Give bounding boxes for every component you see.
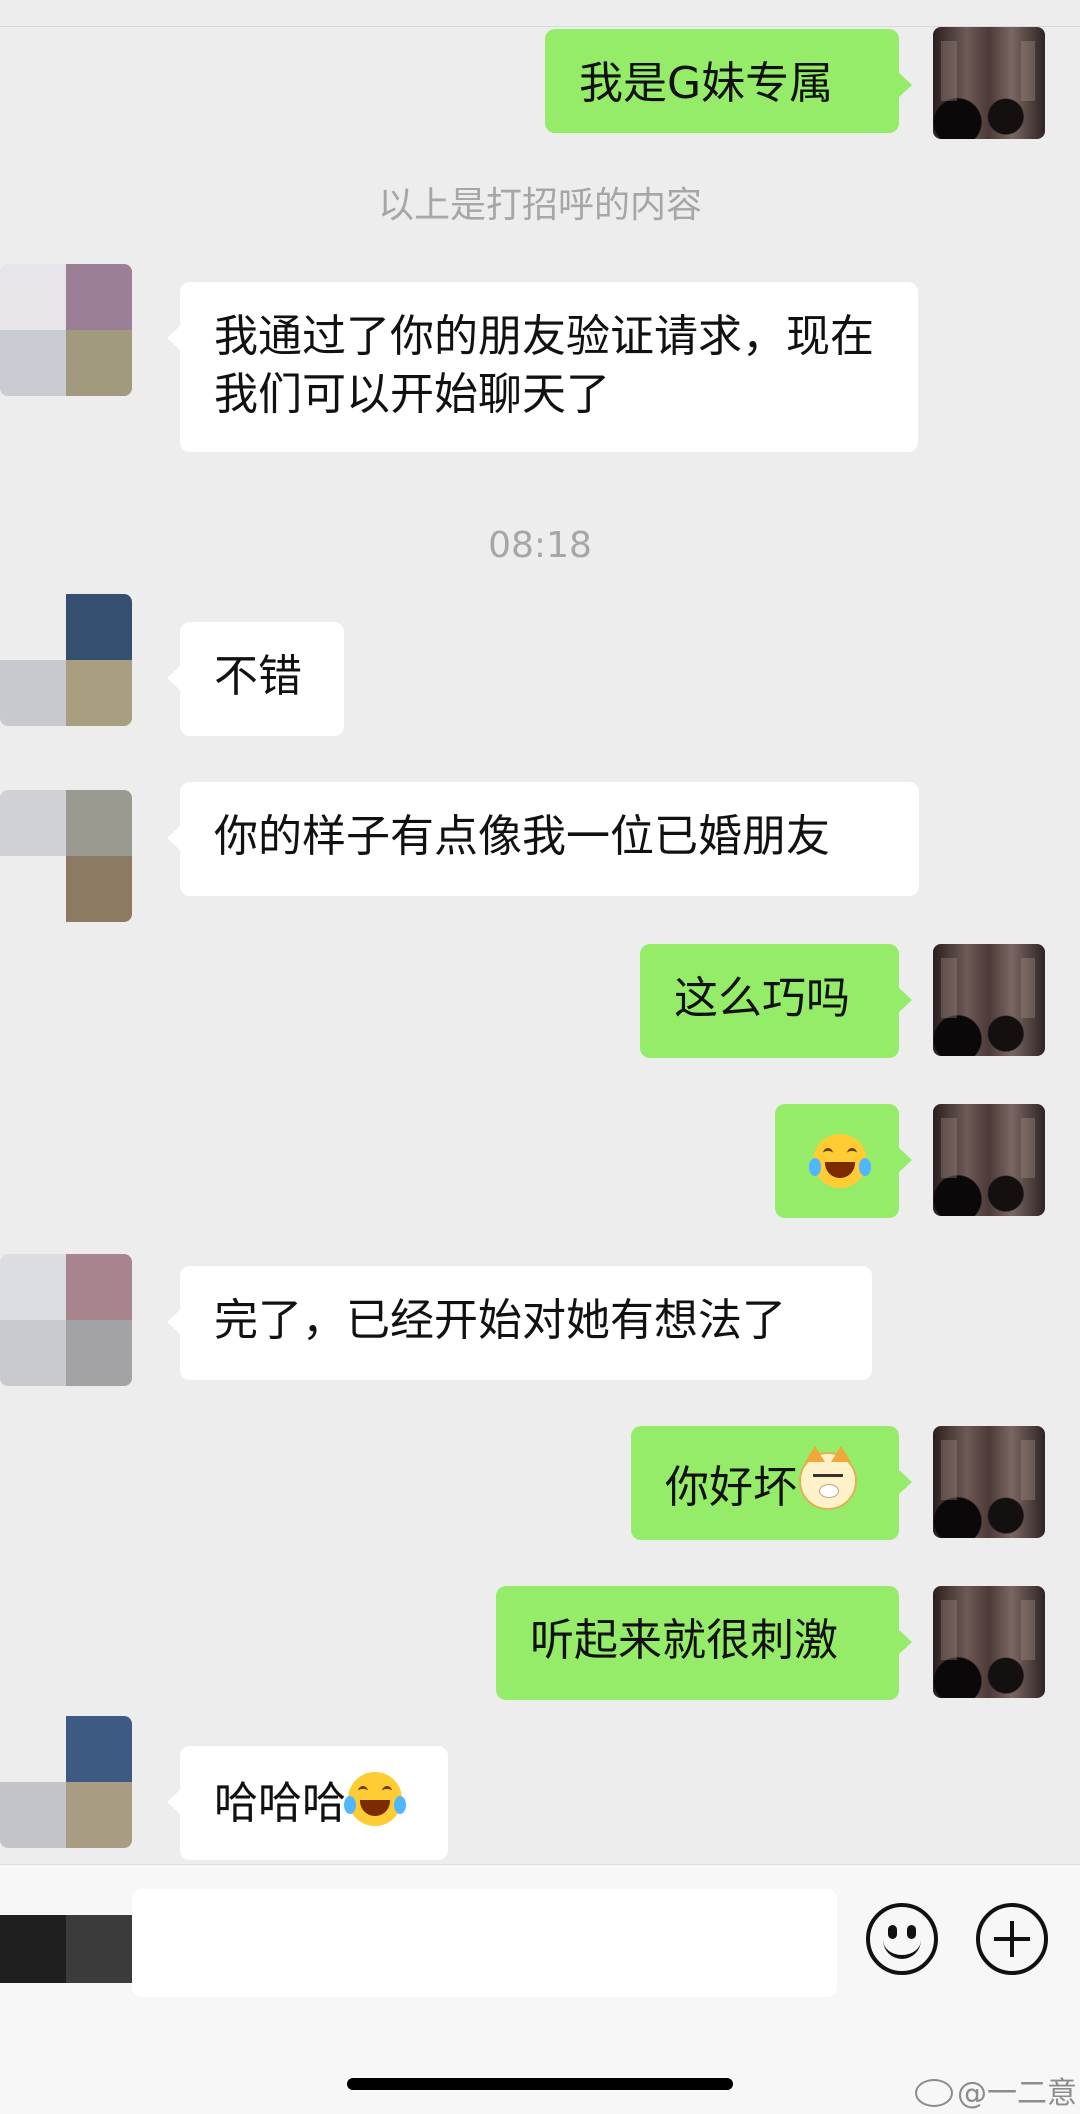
message-input[interactable] (132, 1889, 837, 1997)
message-text: 哈哈哈 (214, 1778, 346, 1829)
emoji-button[interactable] (866, 1903, 938, 1975)
home-indicator[interactable] (347, 2078, 733, 2090)
message-text: 你好坏 (665, 1462, 797, 1513)
system-notice: 以上是打招呼的内容 (377, 185, 702, 226)
message-bubble-sent[interactable]: 我是G妹专属 (545, 29, 912, 133)
message-bubble-received[interactable]: 不错 (167, 622, 344, 736)
watermark: @一二意 (915, 2068, 1077, 2112)
contact-avatar[interactable] (0, 1254, 132, 1386)
face-with-tears-of-joy-icon (809, 1134, 871, 1188)
weibo-icon (915, 2079, 953, 2107)
message-bubble-sent[interactable]: 这么巧吗 (640, 944, 912, 1058)
voice-toggle-button[interactable] (0, 1915, 132, 1983)
message-bubble-received[interactable]: 我通过了你的朋友验证请求，现在我们可以开始聊天了 (167, 282, 918, 452)
contact-avatar[interactable] (0, 790, 132, 922)
message-bubble-sent[interactable]: 听起来就很刺激 (496, 1586, 912, 1700)
face-with-tears-of-joy-icon (344, 1772, 406, 1826)
my-avatar[interactable] (933, 1586, 1045, 1698)
my-avatar[interactable] (933, 27, 1045, 139)
message-bubble-received[interactable]: 哈哈哈 (167, 1746, 448, 1860)
timestamp: 08:18 (488, 525, 592, 566)
contact-avatar[interactable] (0, 594, 132, 726)
my-avatar[interactable] (933, 944, 1045, 1056)
message-bubble-sent[interactable]: 你好坏 (631, 1426, 912, 1540)
message-bubble-received[interactable]: 你的样子有点像我一位已婚朋友 (167, 782, 919, 896)
contact-avatar[interactable] (0, 264, 132, 396)
chat-area[interactable]: 我是G妹专属 以上是打招呼的内容 我通过了你的朋友验证请求，现在我们可以开始聊天… (0, 0, 1080, 1864)
message-bubble-sent[interactable] (775, 1104, 912, 1218)
contact-avatar[interactable] (0, 1716, 132, 1848)
doge-icon (799, 1446, 857, 1510)
message-bubble-received[interactable]: 完了，已经开始对她有想法了 (167, 1266, 872, 1380)
my-avatar[interactable] (933, 1426, 1045, 1538)
my-avatar[interactable] (933, 1104, 1045, 1216)
more-button[interactable] (976, 1903, 1048, 1975)
watermark-text: @一二意 (957, 2076, 1077, 2111)
